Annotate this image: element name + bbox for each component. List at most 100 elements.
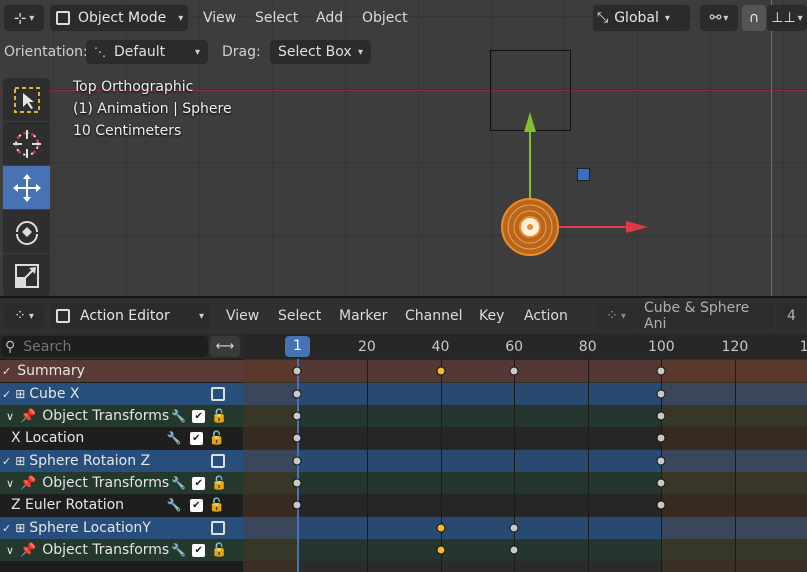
keyframe[interactable] (656, 456, 666, 466)
keyframe[interactable] (509, 366, 519, 376)
keyframe[interactable] (436, 523, 446, 533)
sphere-gizmo[interactable] (480, 100, 660, 270)
action-slot-icon: ⊞ (15, 387, 26, 401)
channel-label: Summary (17, 363, 85, 379)
modifier-wrench-icon[interactable]: 🔧 (171, 543, 186, 557)
keyframe[interactable] (509, 523, 519, 533)
mute-checkbox[interactable]: ✔ (189, 498, 203, 512)
menu-add[interactable]: Add (316, 10, 343, 26)
keyframe[interactable] (292, 433, 302, 443)
action-browse-icon: ⁘ (606, 308, 618, 324)
snap-increment-icon: ⊥⊥ (771, 10, 796, 26)
modifier-wrench-icon[interactable]: 🔧 (167, 498, 182, 512)
keyframe[interactable] (292, 411, 302, 421)
mute-checkbox[interactable]: ✔ (192, 409, 206, 423)
current-frame-indicator[interactable]: 1 (285, 336, 310, 357)
menu-select[interactable]: Select (255, 10, 298, 26)
3d-viewport[interactable]: ⊹ ▾ Object Mode ▾ View Select Add Object … (0, 0, 807, 296)
orientation-axes-icon: ⤡ (597, 10, 609, 26)
modifier-wrench-icon[interactable]: 🔧 (171, 409, 186, 423)
channel-row-summary[interactable]: ✓ Summary (0, 360, 243, 382)
channel-row-group[interactable]: ∨ 📌 Object Transforms 🔧 ✔ 🔓 (0, 405, 243, 427)
ae-editor-type-button[interactable]: ⁘ ▾ (4, 303, 44, 329)
menu-object[interactable]: Object (362, 10, 408, 26)
channel-label: X Location (11, 430, 85, 446)
modifier-wrench-icon[interactable]: 🔧 (167, 431, 182, 445)
rotate-icon (15, 220, 38, 245)
channel-label: Cube X (29, 386, 80, 402)
lock-icon[interactable]: 🔓 (211, 543, 227, 558)
ae-menu-key[interactable]: Key (479, 308, 504, 324)
lock-icon[interactable]: 🔓 (211, 476, 227, 491)
keyframe[interactable] (656, 366, 666, 376)
action-editor[interactable]: ⁘ ▾ Action Editor ▾ View Select Marker Ch… (0, 298, 807, 572)
pivot-point-dropdown[interactable]: ⚯ ▾ (700, 5, 738, 31)
channel-label: Object Transforms (42, 408, 170, 424)
channel-row-object[interactable]: ✓ ⊞ Sphere Rotaion Z (0, 450, 243, 472)
tool-scale[interactable] (3, 254, 50, 296)
keyframe[interactable] (656, 433, 666, 443)
pivot-icon: ⚯ (709, 10, 722, 26)
ae-menu-select[interactable]: Select (278, 308, 321, 324)
lock-icon[interactable]: 🔓 (209, 498, 225, 513)
menu-view[interactable]: View (203, 10, 236, 26)
action-slot-icon: ⊞ (15, 521, 26, 535)
keyframe[interactable] (292, 456, 302, 466)
action-name-value: Cube & Sphere Ani (644, 300, 750, 332)
lock-icon[interactable]: 🔓 (209, 431, 225, 446)
ae-menu-action[interactable]: Action (524, 308, 568, 324)
keyframe[interactable] (292, 478, 302, 488)
orientation-option-dropdown[interactable]: ⋱ Default ▾ (86, 40, 208, 64)
mode-dropdown[interactable]: Object Mode ▾ (50, 5, 188, 31)
keyframe[interactable] (656, 411, 666, 421)
ae-menu-marker[interactable]: Marker (339, 308, 387, 324)
editor-type-button[interactable]: ⊹ ▾ (4, 5, 44, 31)
tool-select-box[interactable] (3, 78, 50, 121)
search-input[interactable] (23, 338, 194, 355)
ae-mode-dropdown[interactable]: Action Editor ▾ (50, 303, 210, 329)
action-users-value: 4 (787, 308, 796, 324)
snap-toggle[interactable]: ∩ (742, 5, 766, 31)
keyframe-timeline[interactable]: 20 40 60 80 100 120 14 1 (243, 334, 807, 572)
action-users-count[interactable]: 4 (776, 303, 807, 329)
snap-target-dropdown[interactable]: ⊥⊥ ▾ (767, 5, 807, 31)
orientation-option-label: Orientation: (4, 44, 88, 60)
channel-row-fcurve[interactable]: Z Euler Rotation 🔧 ✔ 🔓 (0, 494, 243, 516)
tool-cursor[interactable] (3, 122, 50, 165)
cursor-icon (12, 129, 41, 158)
channel-row-fcurve[interactable]: X Location 🔧 ✔ 🔓 (0, 427, 243, 449)
keyframe[interactable] (656, 478, 666, 488)
tool-rotate[interactable] (3, 210, 50, 253)
action-name-field[interactable]: Cube & Sphere Ani (636, 300, 774, 332)
keyframe[interactable] (656, 389, 666, 399)
mute-checkbox[interactable]: ✔ (192, 476, 206, 490)
keyframe[interactable] (292, 366, 302, 376)
keyframe[interactable] (509, 545, 519, 555)
tool-move[interactable] (3, 166, 50, 209)
action-editor-icon (56, 309, 70, 323)
channel-search-field[interactable]: ⚲ (1, 336, 208, 357)
channel-row-group[interactable]: ∨ 📌 Object Transforms 🔧 ✔ 🔓 (0, 472, 243, 494)
channel-row-object[interactable]: ✓ ⊞ Cube X (0, 383, 243, 405)
keyframe[interactable] (656, 500, 666, 510)
mute-checkbox[interactable]: ✔ (189, 431, 203, 445)
frame-ruler[interactable]: 20 40 60 80 100 120 14 1 (243, 334, 807, 359)
drag-option-dropdown[interactable]: Select Box ▾ (270, 40, 371, 64)
lock-icon[interactable]: 🔓 (211, 409, 227, 424)
expand-chevron-icon: ∨ (6, 476, 15, 490)
swap-filter-button[interactable]: ⟷ (210, 336, 240, 357)
mute-checkbox[interactable]: ✔ (192, 543, 206, 557)
keyframe[interactable] (292, 500, 302, 510)
keyframe[interactable] (436, 545, 446, 555)
ae-menu-view[interactable]: View (226, 308, 259, 324)
keyframe[interactable] (292, 389, 302, 399)
ae-mode-label: Action Editor (80, 308, 170, 324)
ae-menu-channel[interactable]: Channel (405, 308, 462, 324)
channel-row-object[interactable]: ✓ ⊞ Sphere LocationY (0, 517, 243, 539)
swap-arrows-icon: ⟷ (215, 339, 235, 354)
channel-row-group[interactable]: ∨ 📌 Object Transforms 🔧 ✔ 🔓 (0, 539, 243, 561)
keyframe[interactable] (436, 366, 446, 376)
transform-orientation-dropdown[interactable]: ⤡ Global ▾ (593, 5, 690, 31)
modifier-wrench-icon[interactable]: 🔧 (171, 476, 186, 490)
browse-action-button[interactable]: ⁘ ▾ (597, 303, 635, 329)
